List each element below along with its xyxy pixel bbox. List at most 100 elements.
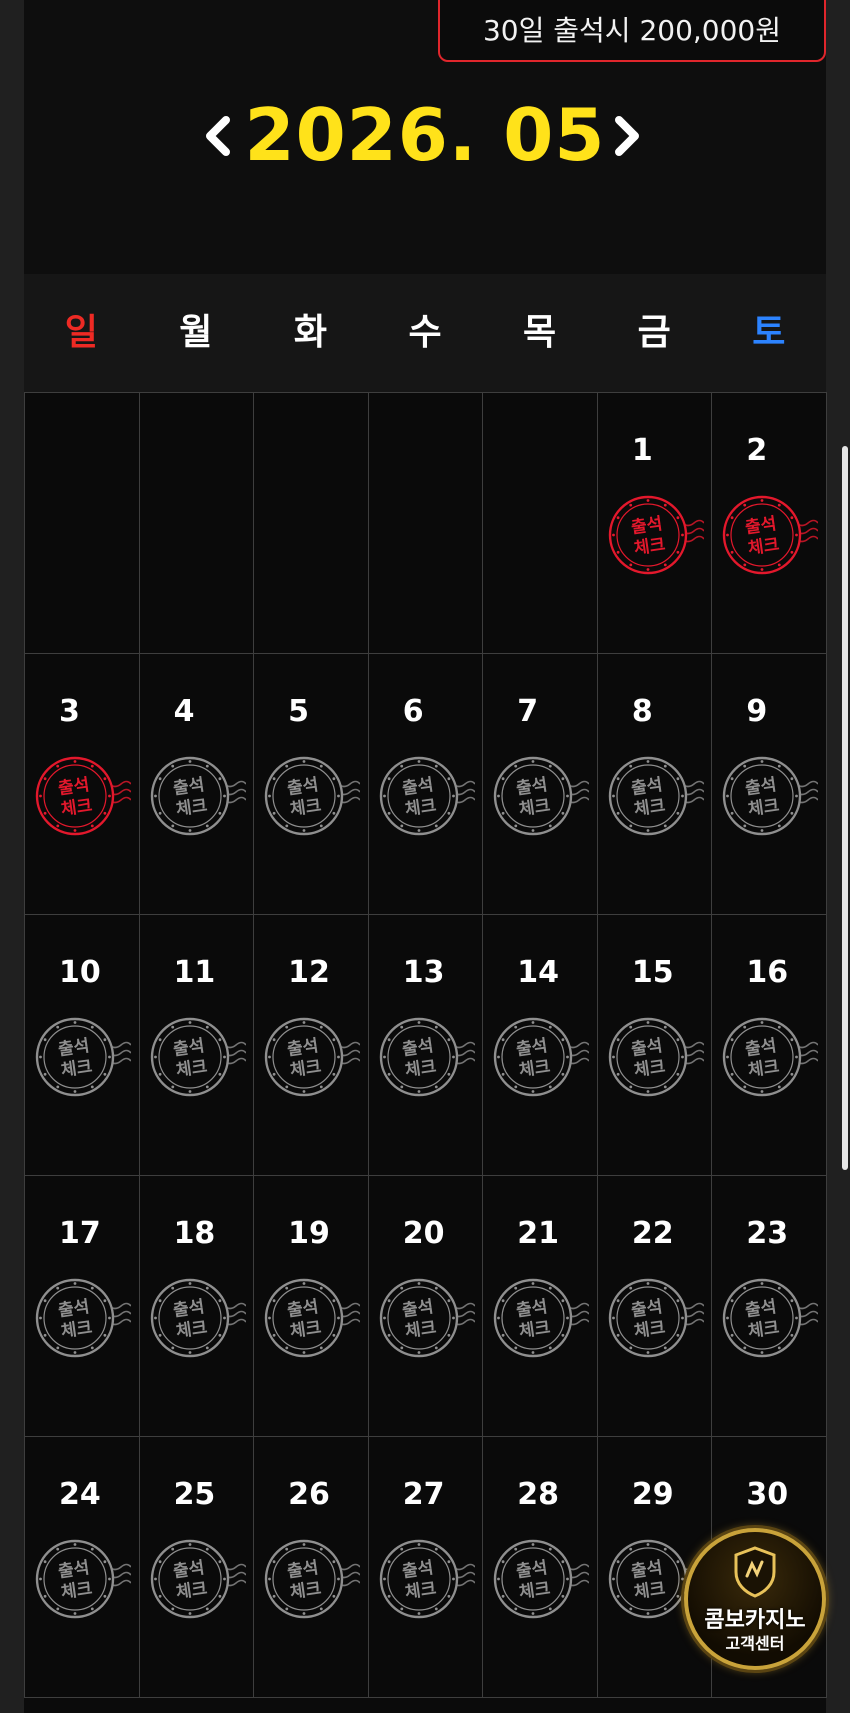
- calendar-day-cell[interactable]: 25 출석 체크: [139, 1437, 255, 1698]
- calendar-day-cell[interactable]: 20 출석 체크: [368, 1176, 484, 1437]
- attendance-stamp[interactable]: 출석체크: [606, 1015, 704, 1099]
- attendance-stamp[interactable]: 출석체크: [148, 1276, 246, 1360]
- day-number: 12: [288, 955, 330, 990]
- attendance-stamp[interactable]: 출석체크: [262, 754, 361, 838]
- day-number: 25: [173, 1477, 216, 1512]
- day-number: 21: [517, 1216, 560, 1251]
- stamp-icon: 출석체크: [264, 756, 361, 836]
- stamp-icon: 출석체크: [723, 495, 819, 575]
- calendar-day-cell[interactable]: 11 출석 체크: [139, 915, 255, 1176]
- attendance-stamp[interactable]: 출석체크: [262, 1276, 361, 1360]
- reward-banner: 30일 출석시 200,000원: [438, 0, 826, 62]
- attendance-stamp[interactable]: 출석체크: [148, 754, 246, 838]
- attendance-stamp[interactable]: 출석체크: [606, 1276, 704, 1360]
- day-number: 8: [631, 694, 653, 729]
- attendance-stamp[interactable]: 출석체크: [33, 1537, 131, 1621]
- attendance-stamp-checked[interactable]: 출석 체크: [33, 754, 131, 838]
- attendance-panel: 30일 출석시 200,000원 2026. 05 일 월 화 수 목 금 토 …: [24, 0, 848, 1713]
- attendance-stamp[interactable]: 출석체크: [491, 1276, 590, 1360]
- calendar-day-cell[interactable]: 24 출석 체크: [25, 1437, 140, 1698]
- calendar-empty-cell: [25, 393, 140, 654]
- calendar-day-cell[interactable]: 26 출석 체크: [254, 1437, 369, 1698]
- calendar-day-cell[interactable]: 7 출석 체크: [483, 654, 598, 915]
- calendar-day-cell[interactable]: 14 출석 체크: [483, 915, 598, 1176]
- attendance-stamp[interactable]: 출석체크: [33, 1015, 131, 1099]
- stamp-icon: 출석체크: [35, 1278, 131, 1358]
- day-number: 7: [517, 694, 539, 729]
- calendar-day-cell[interactable]: 1 출석 체크: [597, 393, 713, 654]
- attendance-stamp[interactable]: 출석체크: [491, 1015, 590, 1099]
- support-badge-subtitle: 고객센터: [725, 1634, 785, 1653]
- calendar-empty-cell: [368, 393, 484, 654]
- calendar-day-cell[interactable]: 6 출석 체크: [368, 654, 484, 915]
- stamp-icon: 출석체크: [608, 756, 704, 836]
- day-number: 10: [59, 955, 101, 990]
- calendar-day-cell[interactable]: 13 출석 체크: [368, 915, 484, 1176]
- calendar-day-cell[interactable]: 28 출석 체크: [483, 1437, 598, 1698]
- calendar-day-cell[interactable]: 21 출석 체크: [483, 1176, 598, 1437]
- shield-icon: [734, 1546, 776, 1598]
- weekday-mon: 월: [179, 312, 213, 353]
- day-number: 26: [288, 1477, 330, 1512]
- attendance-stamp[interactable]: 출석체크: [262, 1537, 361, 1621]
- calendar-day-cell[interactable]: 27 출석 체크: [368, 1437, 484, 1698]
- day-number: 23: [746, 1216, 789, 1251]
- calendar-day-cell[interactable]: 19 출석 체크: [254, 1176, 369, 1437]
- stamp-icon: 출석체크: [35, 1017, 131, 1097]
- attendance-stamp[interactable]: 출석체크: [262, 1015, 361, 1099]
- calendar-header: 30일 출석시 200,000원 2026. 05: [24, 0, 826, 274]
- attendance-stamp[interactable]: 출석체크: [377, 754, 475, 838]
- calendar-day-cell[interactable]: 2 출석 체크: [712, 393, 827, 654]
- day-number: 6: [402, 694, 424, 729]
- calendar-day-cell[interactable]: 5 출석 체크: [254, 654, 369, 915]
- attendance-stamp[interactable]: 출석체크: [33, 1276, 131, 1360]
- attendance-stamp-checked[interactable]: 출석 체크: [606, 493, 704, 577]
- attendance-stamp[interactable]: 출석체크: [377, 1276, 475, 1360]
- attendance-stamp[interactable]: 출석체크: [720, 1276, 819, 1360]
- attendance-stamp[interactable]: 출석체크: [720, 754, 819, 838]
- day-number: 24: [59, 1477, 101, 1512]
- calendar-empty-cell: [139, 393, 255, 654]
- attendance-stamp[interactable]: 출석체크: [377, 1015, 475, 1099]
- calendar-day-cell[interactable]: 23 출석 체크: [712, 1176, 827, 1437]
- weekday-header: 일 월 화 수 목 금 토: [24, 274, 826, 392]
- stamp-icon: 출석체크: [264, 1017, 361, 1097]
- calendar-day-cell[interactable]: 15 출석 체크: [597, 915, 713, 1176]
- attendance-stamp[interactable]: 출석체크: [377, 1537, 475, 1621]
- next-month-button[interactable]: [597, 108, 653, 164]
- attendance-stamp[interactable]: 출석체크: [491, 754, 590, 838]
- calendar-day-cell[interactable]: 3 출석 체크: [25, 654, 140, 915]
- day-number: 18: [173, 1216, 216, 1251]
- day-number: 5: [288, 694, 310, 729]
- calendar-day-cell[interactable]: 9 출석 체크: [712, 654, 827, 915]
- calendar-day-cell[interactable]: 17 출석 체크: [25, 1176, 140, 1437]
- calendar-day-cell[interactable]: 22 출석 체크: [597, 1176, 713, 1437]
- attendance-stamp-checked[interactable]: 출석 체크: [720, 493, 819, 577]
- day-number: 19: [288, 1216, 330, 1251]
- calendar-day-cell[interactable]: 8 출석 체크: [597, 654, 713, 915]
- calendar-day-cell[interactable]: 10 출석 체크: [25, 915, 140, 1176]
- stamp-icon: 출석체크: [608, 1278, 704, 1358]
- day-number: 16: [746, 955, 789, 990]
- stamp-icon: 출석체크: [150, 756, 246, 836]
- scrollbar[interactable]: [842, 446, 848, 1170]
- support-center-button[interactable]: 콤보카지노 고객센터: [684, 1528, 826, 1670]
- attendance-stamp[interactable]: 출석체크: [606, 754, 704, 838]
- attendance-stamp[interactable]: 출석체크: [491, 1537, 590, 1621]
- day-number: 20: [402, 1216, 445, 1251]
- stamp-icon: 출석체크: [494, 1539, 590, 1619]
- stamp-icon: 출석체크: [608, 1017, 704, 1097]
- attendance-stamp[interactable]: 출석체크: [148, 1015, 246, 1099]
- calendar-day-cell[interactable]: 4 출석 체크: [139, 654, 255, 915]
- day-number: 2: [746, 433, 768, 468]
- attendance-stamp[interactable]: 출석체크: [148, 1537, 246, 1621]
- day-number: 30: [746, 1477, 789, 1512]
- stamp-icon: 출석체크: [379, 1539, 475, 1619]
- attendance-stamp[interactable]: 출석체크: [720, 1015, 819, 1099]
- calendar-day-cell[interactable]: 12 출석 체크: [254, 915, 369, 1176]
- calendar-day-cell[interactable]: 16 출석 체크: [712, 915, 827, 1176]
- weekday-tue: 화: [293, 312, 327, 353]
- stamp-icon: 출석체크: [723, 1017, 819, 1097]
- calendar-day-cell[interactable]: 18 출석 체크: [139, 1176, 255, 1437]
- stamp-icon: 출석체크: [608, 495, 704, 575]
